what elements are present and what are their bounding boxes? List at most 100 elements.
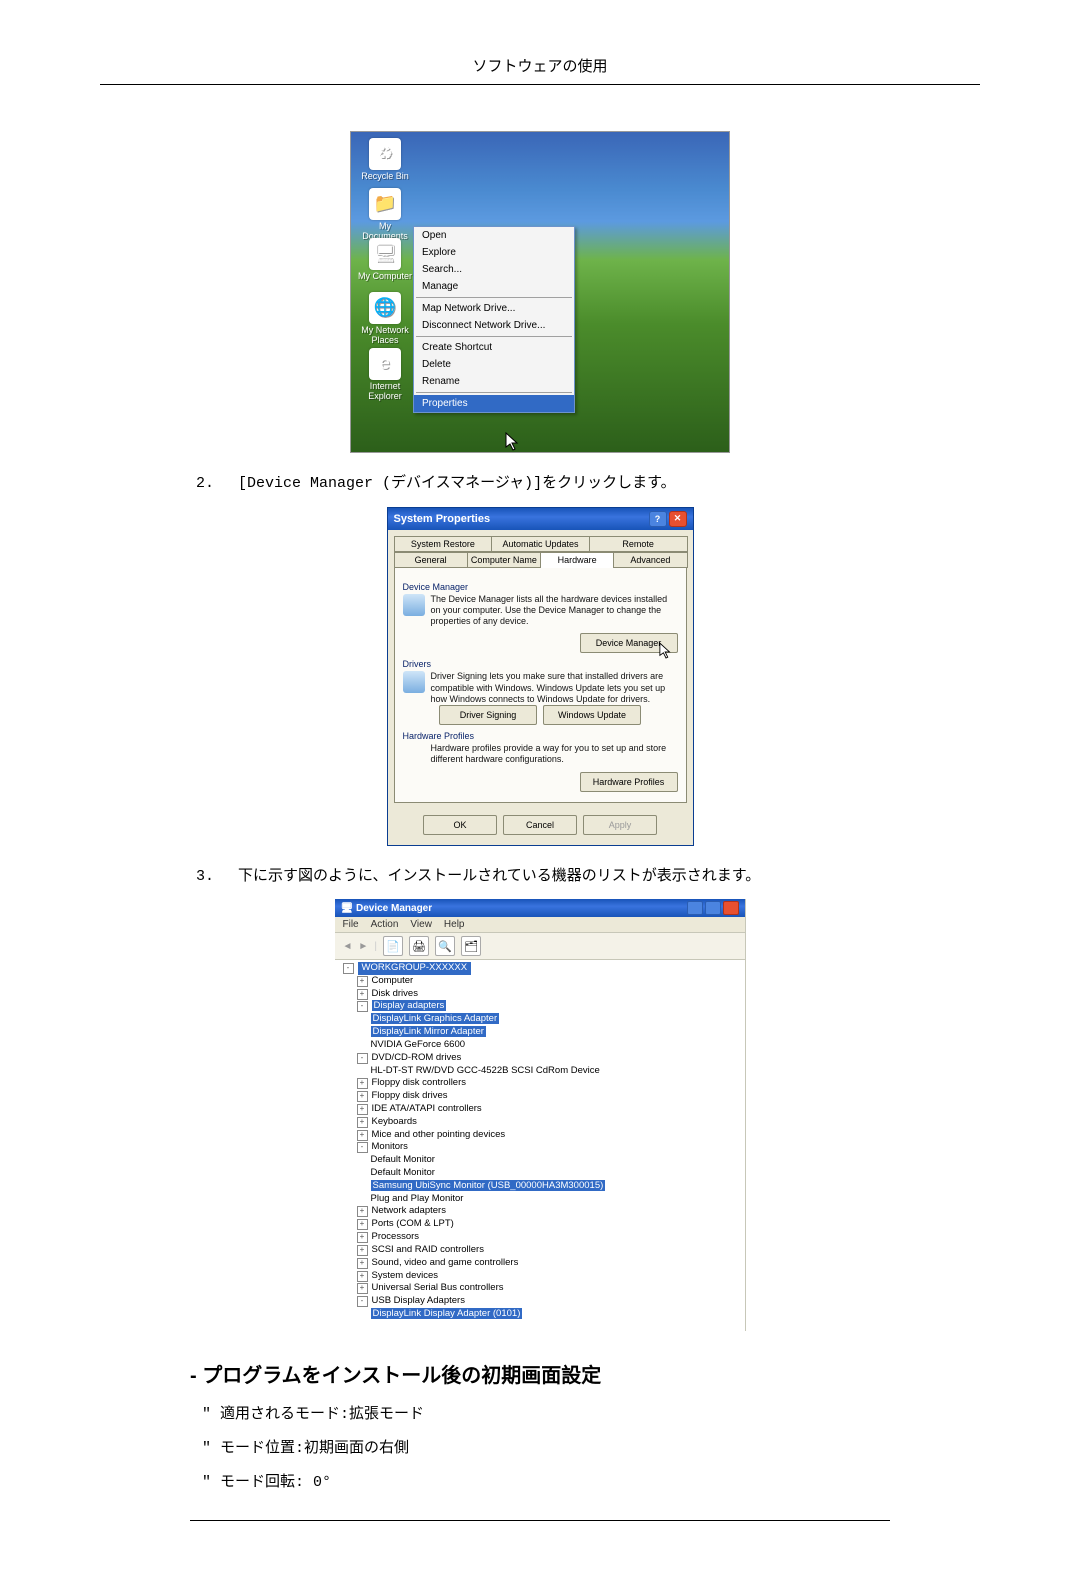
context-menu-item[interactable]: Disconnect Network Drive... xyxy=(414,317,574,334)
context-menu-item[interactable]: Explore xyxy=(414,244,574,261)
tree-category[interactable]: Mice and other pointing devices xyxy=(372,1129,506,1140)
back-button[interactable]: ◄ xyxy=(343,941,353,952)
tab[interactable]: Hardware xyxy=(540,552,614,568)
tab[interactable]: System Restore xyxy=(394,536,493,552)
context-menu-item[interactable]: Delete xyxy=(414,356,574,373)
desktop-icon-recycle-bin[interactable]: ♻ Recycle Bin xyxy=(355,138,415,182)
tree-category[interactable]: IDE ATA/ATAPI controllers xyxy=(372,1103,482,1114)
help-button[interactable]: ? xyxy=(649,511,667,527)
context-menu-item[interactable]: Rename xyxy=(414,373,574,390)
tree-category[interactable]: DVD/CD-ROM drives xyxy=(372,1052,462,1063)
context-menu-item[interactable]: Map Network Drive... xyxy=(414,300,574,317)
recycle-bin-icon: ♻ xyxy=(369,138,401,170)
maximize-button[interactable] xyxy=(705,901,721,915)
tree-category[interactable]: Processors xyxy=(372,1231,420,1242)
screenshot-desktop-context-menu: ♻ Recycle Bin 📁 My Documents 🖥 My Comput… xyxy=(350,131,730,453)
tab[interactable]: Advanced xyxy=(613,552,687,568)
context-menu-item[interactable]: Create Shortcut xyxy=(414,339,574,356)
group-hardware-profiles-desc: Hardware profiles provide a way for you … xyxy=(403,743,678,766)
tab-row: GeneralComputer NameHardwareAdvanced xyxy=(388,552,693,568)
tree-category[interactable]: Monitors xyxy=(372,1141,408,1152)
close-button[interactable]: ✕ xyxy=(669,511,687,527)
tree-category[interactable]: SCSI and RAID controllers xyxy=(372,1244,484,1255)
tree-category[interactable]: Network adapters xyxy=(372,1205,446,1216)
tree-category[interactable]: Sound, video and game controllers xyxy=(372,1257,519,1268)
context-menu-item[interactable]: Properties xyxy=(414,395,574,412)
tab[interactable]: Remote xyxy=(589,536,688,552)
desktop-icon-internet-explorer[interactable]: e Internet Explorer xyxy=(355,348,415,402)
tree-device[interactable]: Plug and Play Monitor xyxy=(371,1193,464,1204)
tab-body-hardware: Device Manager The Device Manager lists … xyxy=(394,568,687,803)
tab[interactable]: Computer Name xyxy=(467,552,541,568)
group-drivers-label: Drivers xyxy=(403,659,678,669)
tree-category[interactable]: Floppy disk controllers xyxy=(372,1077,467,1088)
ok-button[interactable]: OK xyxy=(423,815,497,835)
tree-device[interactable]: NVIDIA GeForce 6600 xyxy=(371,1039,466,1050)
tree-category[interactable]: Disk drives xyxy=(372,988,418,999)
close-button[interactable] xyxy=(723,901,739,915)
cancel-button[interactable]: Cancel xyxy=(503,815,577,835)
group-drivers-desc: Driver Signing lets you make sure that i… xyxy=(403,671,678,705)
tree-device[interactable]: DisplayLink Mirror Adapter xyxy=(371,1026,486,1037)
group-hardware-profiles-label: Hardware Profiles xyxy=(403,731,678,741)
menu-item[interactable]: View xyxy=(410,919,432,930)
tree-category[interactable]: Ports (COM & LPT) xyxy=(372,1218,454,1229)
menubar[interactable]: File Action View Help xyxy=(335,917,745,933)
group-device-manager-label: Device Manager xyxy=(403,582,678,592)
tab[interactable]: Automatic Updates xyxy=(491,536,590,552)
context-menu-item[interactable]: Search... xyxy=(414,261,574,278)
bullet-item: " モード回転: 0° xyxy=(202,1468,890,1498)
menu-item[interactable]: Action xyxy=(371,919,399,930)
tree-category[interactable]: Computer xyxy=(372,975,414,986)
tree-device[interactable]: Samsung UbiSync Monitor (USB_00000HA3M30… xyxy=(371,1180,606,1191)
toolbar-print-icon[interactable]: 🖨 xyxy=(409,936,429,956)
bullet-item: " モード位置:初期画面の右側 xyxy=(202,1434,890,1464)
desktop-icon-my-documents[interactable]: 📁 My Documents xyxy=(355,188,415,242)
desktop-icon-my-network-places[interactable]: 🌐 My Network Places xyxy=(355,292,415,346)
context-menu[interactable]: OpenExploreSearch...Manage Map Network Dr… xyxy=(413,226,575,413)
device-tree[interactable]: -WORKGROUP-XXXXXX+Computer+Disk drives-D… xyxy=(335,960,745,1331)
folder-icon: 📁 xyxy=(369,188,401,220)
desktop-icon-my-computer[interactable]: 🖥 My Computer xyxy=(355,238,415,282)
instruction-step: 2. [Device Manager (デバイスマネージャ)]をクリックします。 xyxy=(190,471,890,497)
tree-category[interactable]: USB Display Adapters xyxy=(372,1295,465,1306)
tree-category[interactable]: Display adapters xyxy=(372,1000,447,1011)
section-heading: - プログラムをインストール後の初期画面設定 xyxy=(190,1359,890,1388)
hardware-profiles-button[interactable]: Hardware Profiles xyxy=(580,772,678,792)
tree-category[interactable]: System devices xyxy=(372,1270,439,1281)
tree-category[interactable]: Universal Serial Bus controllers xyxy=(372,1282,504,1293)
tree-device[interactable]: Default Monitor xyxy=(371,1167,435,1178)
drivers-icon xyxy=(403,671,425,693)
menu-item[interactable]: File xyxy=(343,919,359,930)
toolbar: ◄ ► | 📄 🖨 🔍 🗂 xyxy=(335,933,745,960)
minimize-button[interactable] xyxy=(687,901,703,915)
driver-signing-button[interactable]: Driver Signing xyxy=(439,705,537,725)
windows-update-button[interactable]: Windows Update xyxy=(543,705,641,725)
page-footer-rule xyxy=(190,1520,890,1521)
tree-root[interactable]: WORKGROUP-XXXXXX xyxy=(358,962,472,975)
toolbar-properties-icon[interactable]: 📄 xyxy=(383,936,403,956)
tree-device[interactable]: DisplayLink Display Adapter (0101) xyxy=(371,1308,523,1319)
forward-button[interactable]: ► xyxy=(358,941,368,952)
toolbar-scan-icon[interactable]: 🔍 xyxy=(435,936,455,956)
bullet-list: " 適用されるモード:拡張モード " モード位置:初期画面の右側 " モード回転: … xyxy=(190,1400,890,1498)
apply-button[interactable]: Apply xyxy=(583,815,657,835)
context-menu-item[interactable]: Manage xyxy=(414,278,574,295)
page-header: ソフトウェアの使用 xyxy=(100,55,980,85)
internet-explorer-icon: e xyxy=(369,348,401,380)
screenshot-system-properties: System Properties ? ✕ System RestoreAuto… xyxy=(387,507,694,846)
computer-icon: 🖥 xyxy=(369,238,401,270)
tree-device[interactable]: HL-DT-ST RW/DVD GCC-4522B SCSI CdRom Dev… xyxy=(371,1065,600,1076)
instruction-step: 3. 下に示す図のように、インストールされている機器のリストが表示されます。 xyxy=(190,864,890,890)
network-icon: 🌐 xyxy=(369,292,401,324)
tab[interactable]: General xyxy=(394,552,468,568)
tree-category[interactable]: Keyboards xyxy=(372,1116,417,1127)
tree-device[interactable]: Default Monitor xyxy=(371,1154,435,1165)
menu-item[interactable]: Help xyxy=(444,919,465,930)
tab-row: System RestoreAutomatic UpdatesRemote xyxy=(388,530,693,552)
tree-device[interactable]: DisplayLink Graphics Adapter xyxy=(371,1013,500,1024)
bullet-item: " 適用されるモード:拡張モード xyxy=(202,1400,890,1430)
context-menu-item[interactable]: Open xyxy=(414,227,574,244)
toolbar-refresh-icon[interactable]: 🗂 xyxy=(461,936,481,956)
tree-category[interactable]: Floppy disk drives xyxy=(372,1090,448,1101)
